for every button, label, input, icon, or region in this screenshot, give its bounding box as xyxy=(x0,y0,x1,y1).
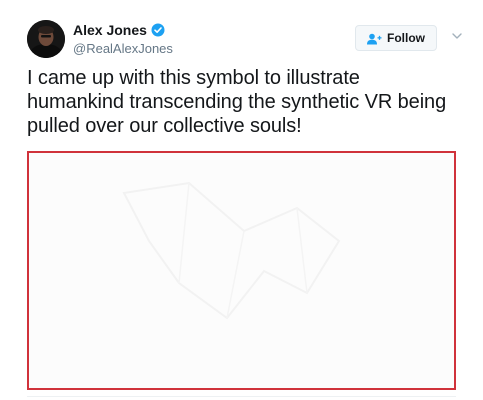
divider xyxy=(27,396,456,397)
avatar[interactable] xyxy=(27,20,65,58)
follow-label: Follow xyxy=(387,31,425,45)
media-image xyxy=(29,153,454,388)
tweet-header: Alex Jones @RealAlexJones Follow xyxy=(27,17,463,61)
tweet-text: I came up with this symbol to illustrate… xyxy=(27,67,447,137)
avatar-image xyxy=(27,20,65,58)
tweet-media[interactable] xyxy=(27,151,456,390)
author-names: Alex Jones @RealAlexJones xyxy=(73,21,173,57)
tweet-card: Alex Jones @RealAlexJones Follow I came … xyxy=(0,0,483,400)
verified-badge-icon xyxy=(151,23,165,37)
chevron-down-icon[interactable] xyxy=(451,29,463,41)
screen-name[interactable]: @RealAlexJones xyxy=(73,40,173,57)
display-name[interactable]: Alex Jones xyxy=(73,21,147,39)
add-user-icon xyxy=(366,32,382,45)
follow-button[interactable]: Follow xyxy=(355,25,437,51)
display-name-row: Alex Jones xyxy=(73,21,173,39)
